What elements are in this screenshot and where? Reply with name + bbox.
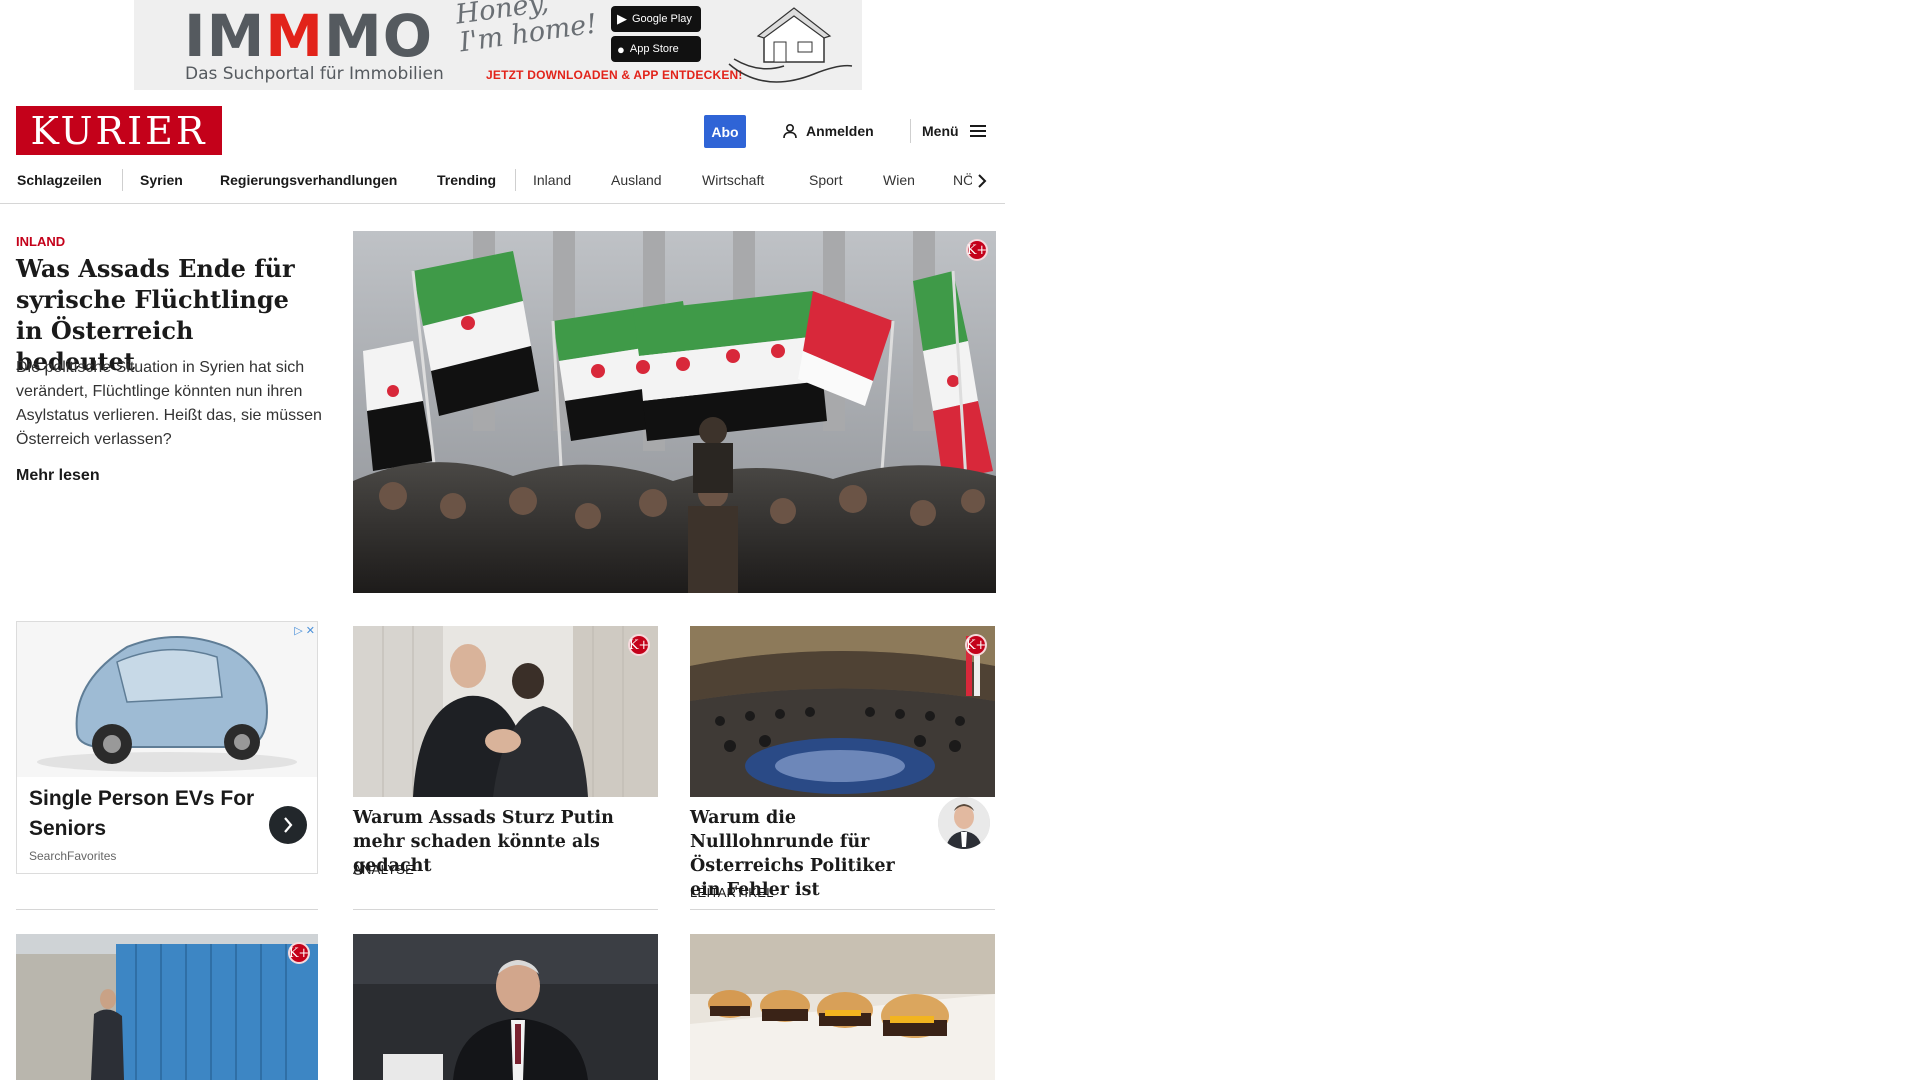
nav-item-trending[interactable]: Trending — [437, 172, 496, 188]
app-store-badge[interactable]: ● App Store — [611, 36, 701, 62]
chevron-right-icon — [284, 817, 293, 833]
row-divider — [690, 909, 995, 910]
sponsored-source: SearchFavorites — [29, 849, 117, 863]
kplus-badge: K+ — [965, 634, 987, 656]
nav-scroll-button[interactable] — [972, 168, 992, 194]
kplus-badge: K+ — [628, 634, 650, 656]
hamburger-icon — [969, 125, 986, 137]
card-image-speaker[interactable] — [353, 934, 658, 1080]
burgers-photo — [690, 934, 995, 1080]
card-tag[interactable]: LEITARTIKEL — [690, 885, 774, 900]
house-in-hand-icon — [728, 7, 853, 83]
immmo-logo-part: M — [265, 2, 325, 70]
hero-teaser: Die politische Situation in Syrien hat s… — [16, 359, 322, 448]
login-button[interactable]: Anmelden — [782, 120, 874, 142]
nav-item-syrien[interactable]: Syrien — [140, 172, 183, 188]
card-image-burgers[interactable] — [690, 934, 995, 1080]
nav-separator — [122, 169, 123, 191]
fence-photo — [16, 934, 318, 1080]
ad-slogan: Honey, I'm home! — [453, 0, 599, 59]
protest-photo — [353, 231, 996, 593]
kplus-badge: K+ — [288, 942, 310, 964]
parliament-photo — [690, 626, 995, 797]
immmo-logo: IMMMO — [184, 6, 433, 66]
header-divider — [910, 119, 911, 143]
chevron-right-icon — [978, 174, 987, 188]
sponsored-title[interactable]: Single Person EVs For Seniors — [29, 784, 259, 844]
nav-item-ausland[interactable]: Ausland — [611, 172, 662, 188]
top-banner-ad[interactable]: IMMMO Das Suchportal für Immobilien Hone… — [134, 0, 862, 90]
ev-vehicle-image — [17, 622, 317, 777]
card-tag[interactable]: ANALYSE — [353, 862, 414, 877]
app-store-label: App Store — [629, 43, 679, 55]
section-nav: Schlagzeilen Syrien Regierungsverhandlun… — [0, 164, 1005, 204]
nav-separator — [515, 169, 516, 191]
apple-icon: ● — [617, 41, 625, 57]
card-image-putin[interactable]: K+ — [353, 626, 658, 797]
menu-button[interactable]: Menü — [922, 120, 987, 142]
sponsored-arrow-button[interactable] — [269, 806, 307, 844]
nav-item-wirtschaft[interactable]: Wirtschaft — [702, 172, 764, 188]
nav-item-sport[interactable]: Sport — [809, 172, 842, 188]
adchoices-icon[interactable]: ▷ ✕ — [294, 624, 315, 637]
immmo-logo-part: MO — [324, 2, 434, 70]
author-photo — [938, 797, 990, 849]
play-icon: ▶ — [617, 11, 627, 26]
google-play-label: Google Play — [632, 13, 692, 25]
login-label: Anmelden — [806, 123, 874, 139]
abo-button[interactable]: Abo — [704, 115, 746, 148]
speaker-photo — [353, 934, 658, 1080]
author-avatar — [938, 797, 990, 849]
hero-image[interactable]: K+ — [353, 231, 996, 593]
google-play-badge[interactable]: ▶ Google Play — [611, 6, 701, 32]
card-image-fence[interactable]: K+ — [16, 934, 318, 1080]
hero-kicker[interactable]: INLAND — [16, 234, 65, 249]
card-image-parliament[interactable]: K+ — [690, 626, 995, 797]
row-divider — [16, 909, 318, 910]
nav-item-wien[interactable]: Wien — [883, 172, 915, 188]
nav-item-inland[interactable]: Inland — [533, 172, 571, 188]
read-more-link[interactable]: Mehr lesen — [16, 467, 100, 485]
putin-assad-photo — [353, 626, 658, 797]
nav-item-regierungsverhandlungen[interactable]: Regierungsverhandlungen — [220, 172, 397, 188]
ad-cta: JETZT DOWNLOADEN & APP ENTDECKEN! — [486, 68, 743, 82]
kplus-badge: K+ — [966, 239, 988, 261]
nav-item-schlagzeilen[interactable]: Schlagzeilen — [17, 172, 102, 188]
menu-label: Menü — [922, 123, 959, 139]
user-icon — [783, 123, 797, 139]
nav-item-noe[interactable]: NÖ — [953, 172, 974, 188]
kurier-logo[interactable]: KURIER — [16, 106, 222, 155]
immmo-logo-part: IM — [184, 2, 266, 70]
row-divider — [353, 909, 658, 910]
ad-tagline: Das Suchportal für Immobilien — [185, 64, 444, 84]
sponsored-ad[interactable]: ▷ ✕ Single Person EVs For Seniors Search… — [16, 621, 318, 874]
